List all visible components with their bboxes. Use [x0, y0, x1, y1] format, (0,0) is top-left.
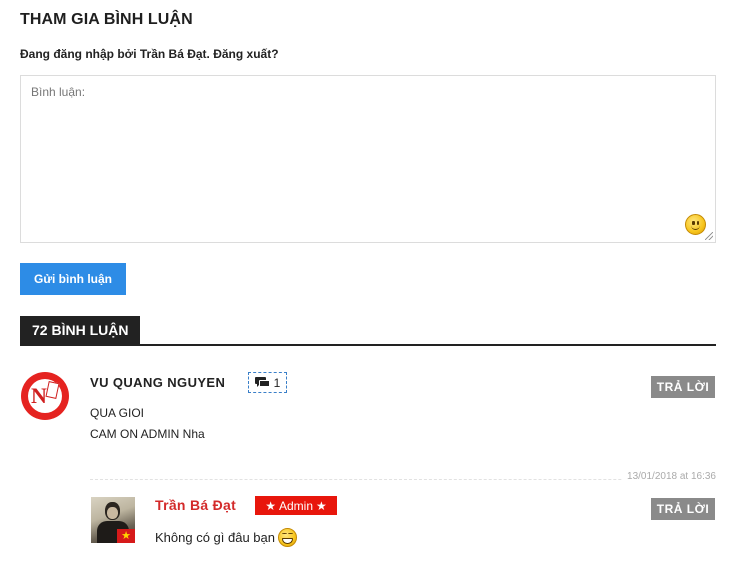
reply-author[interactable]: Trần Bá Đạt — [155, 497, 236, 513]
form-title: THAM GIA BÌNH LUẬN — [20, 11, 193, 28]
reply-button[interactable]: TRẢ LỜI — [651, 376, 715, 398]
star-icon: ★ — [265, 498, 276, 513]
comments-count-bar: 72 BÌNH LUẬN — [20, 316, 716, 346]
logout-link[interactable]: Đăng xuất — [213, 47, 271, 61]
reply-count-badge[interactable]: 1 — [248, 372, 287, 393]
logged-in-line: Đang đăng nhập bởi Trần Bá Đạt. Đăng xuấ… — [20, 47, 279, 61]
comment-textarea[interactable] — [21, 76, 715, 242]
reply-count-value: 1 — [273, 375, 281, 390]
comment-box — [20, 75, 716, 243]
resize-grip[interactable] — [705, 232, 713, 240]
smiley-icon[interactable] — [685, 214, 706, 235]
avatar[interactable]: ★ — [91, 497, 135, 543]
speech-bubbles-icon — [254, 377, 270, 388]
comments-count-label: 72 BÌNH LUẬN — [20, 316, 141, 344]
star-icon: ★ — [316, 498, 327, 513]
grin-icon — [278, 528, 297, 547]
comment-author[interactable]: VU QUANG NGUYEN — [90, 375, 225, 390]
logged-in-prefix: Đang đăng nhập bởi — [20, 47, 140, 61]
reply-button[interactable]: TRẢ LỜI — [651, 498, 715, 520]
comment-date: 13/01/2018 at 16:36 — [623, 471, 716, 482]
admin-badge: ★ Admin ★ — [255, 496, 337, 515]
reply-text-content: Không có gì đâu bạn — [155, 530, 275, 545]
reply-text: Không có gì đâu bạn — [155, 528, 297, 547]
question-mark: ? — [271, 47, 279, 61]
comment-text-line: QUA GIOI — [90, 406, 145, 420]
submit-comment-button[interactable]: Gửi bình luận — [20, 263, 126, 295]
comment-text-line: CAM ON ADMIN Nha — [90, 427, 205, 441]
profile-link[interactable]: Trần Bá Đạt — [140, 47, 207, 61]
admin-badge-label: Admin — [278, 498, 313, 513]
avatar[interactable]: N — [21, 372, 69, 420]
